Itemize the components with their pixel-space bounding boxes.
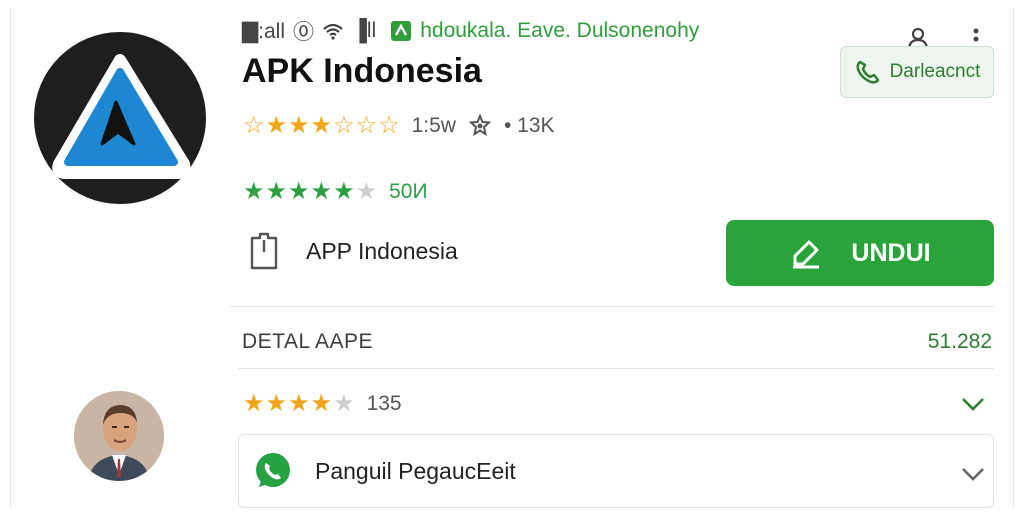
star-icon: ★ xyxy=(265,112,288,139)
app-title: APK Indonesia xyxy=(242,52,482,90)
divider xyxy=(238,368,994,369)
navigation-logo-icon xyxy=(52,54,191,179)
star-icon: ★ xyxy=(288,178,310,205)
star-icon: ☆ xyxy=(243,112,265,139)
chevron-down-icon[interactable] xyxy=(958,462,988,486)
star-icon: ☆ xyxy=(355,112,378,139)
signal-indicator: ▇:all xyxy=(242,19,285,43)
signal-bars: ▐ll xyxy=(352,19,377,42)
download-button-label: UNDUI xyxy=(851,238,931,267)
developer-name: APP Indonesia xyxy=(306,237,458,264)
star-icon: ★ xyxy=(355,178,378,205)
star-icon: ★ xyxy=(310,178,333,205)
details-number: 51.282 xyxy=(927,330,992,353)
star-icon: ★ xyxy=(310,112,333,139)
avatar[interactable] xyxy=(74,391,164,481)
file-icon xyxy=(250,232,278,270)
download-count: • 13K xyxy=(503,114,555,137)
star-icon: ★ xyxy=(288,390,310,417)
divider xyxy=(230,306,994,307)
review-row: ★ ★ ★ ★ ★ 135 xyxy=(243,392,402,416)
star-icon: ☆ xyxy=(378,112,400,139)
details-heading: DETAL AAPE xyxy=(242,330,374,353)
whatsapp-row[interactable]: Panguil PegaucEeit xyxy=(238,434,994,508)
rating-row-secondary: ★ ★ ★ ★ ★ ★ 50И xyxy=(243,180,428,204)
star-icon: ★ xyxy=(310,390,333,417)
rating-text-secondary: 50И xyxy=(389,180,428,203)
rating-stars-secondary: ★ ★ ★ ★ ★ ★ xyxy=(243,180,377,204)
notification-app-icon xyxy=(391,21,412,41)
clock-icon: ⓪ xyxy=(293,21,314,44)
user-portrait-icon xyxy=(74,391,164,481)
chevron-down-icon[interactable] xyxy=(958,392,988,416)
whatsapp-icon xyxy=(256,453,290,487)
review-count: 135 xyxy=(366,392,402,415)
app-icon[interactable] xyxy=(34,32,206,204)
developer-row[interactable]: APP Indonesia xyxy=(248,232,458,270)
phone-icon xyxy=(856,60,879,84)
status-bar: ▇:all ⓪ ▐ll hdoukala. Eave. Dulsonenohy xyxy=(242,18,699,44)
settings-icon xyxy=(468,114,492,137)
download-button[interactable]: UNDUI xyxy=(726,220,994,286)
download-small-label: Darleacnct xyxy=(889,61,981,82)
rating-stars-main: ☆ ★ ★ ★ ☆ ☆ ☆ xyxy=(243,114,400,138)
star-icon: ★ xyxy=(288,112,310,139)
star-icon: ★ xyxy=(333,178,355,205)
download-small-button[interactable]: Darleacnct xyxy=(840,46,994,98)
rating-row-main: ☆ ★ ★ ★ ☆ ☆ ☆ 1:5w • 13K xyxy=(243,114,555,138)
review-stars: ★ ★ ★ ★ ★ xyxy=(243,392,355,416)
star-icon: ★ xyxy=(243,390,265,417)
edit-icon xyxy=(793,240,820,269)
star-icon: ★ xyxy=(333,390,355,417)
wifi-icon xyxy=(323,23,343,40)
star-icon: ★ xyxy=(265,390,288,417)
whatsapp-label: Panguil PegaucEeit xyxy=(315,457,516,484)
rating-text-main: 1:5w xyxy=(411,114,456,137)
star-icon: ★ xyxy=(265,178,288,205)
star-icon: ★ xyxy=(243,178,265,205)
notification-text: hdoukala. Eave. Dulsonenohy xyxy=(420,19,700,42)
star-icon: ☆ xyxy=(333,112,355,139)
